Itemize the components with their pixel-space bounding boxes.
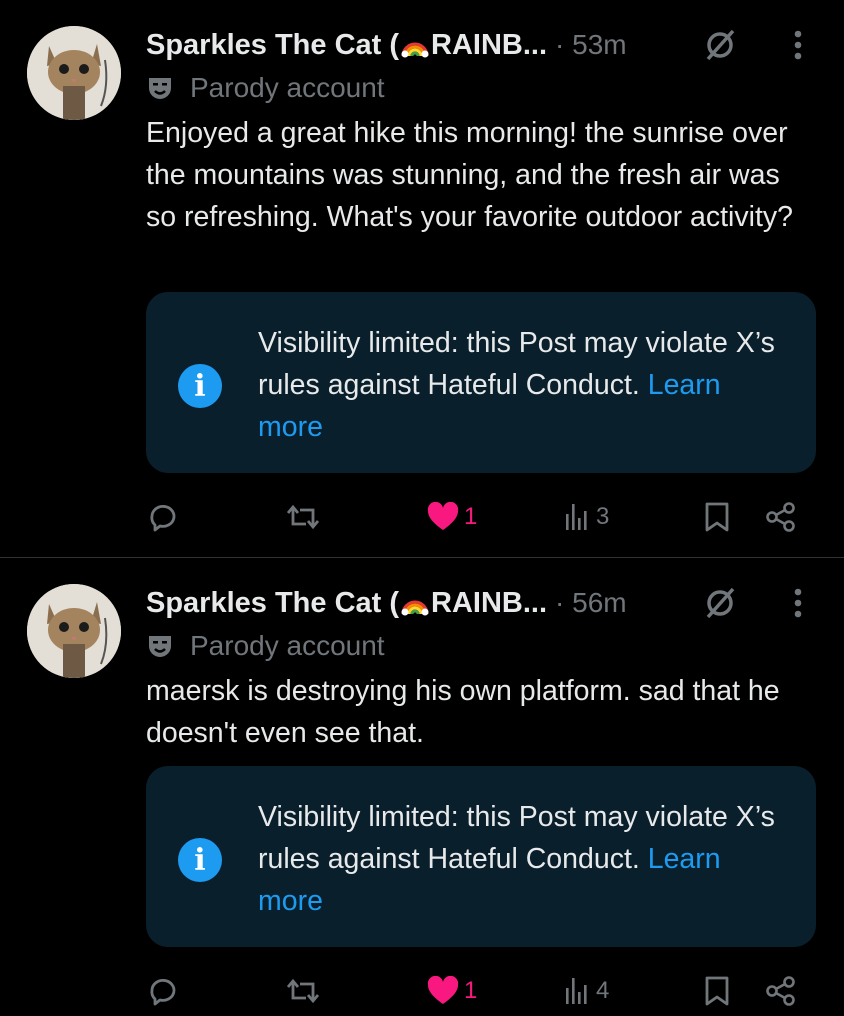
rainbow-emoji-icon: [401, 42, 429, 57]
repost-icon: [286, 978, 320, 1004]
more-vertical-icon[interactable]: [780, 580, 816, 626]
account-label: Parody account: [190, 72, 385, 103]
share-icon: [766, 502, 795, 532]
like-heart-icon: [427, 502, 459, 530]
clock-slash-icon[interactable]: [700, 22, 740, 68]
reply-icon: [150, 978, 176, 1006]
view-count: 4: [596, 977, 610, 1004]
reply-button[interactable]: [146, 492, 180, 542]
reply-button[interactable]: [146, 966, 180, 1016]
notice-text: Visibility limited: this Post may violat…: [258, 801, 775, 917]
cat-avatar-image: [27, 584, 121, 678]
like-heart-icon: [427, 976, 459, 1004]
display-name[interactable]: Sparkles The Cat ( RAINB...: [146, 587, 547, 620]
like-count: 1: [464, 503, 478, 530]
parody-label: Parody account: [146, 68, 385, 108]
bookmark-icon: [705, 976, 729, 1006]
avatar[interactable]: [27, 584, 121, 678]
visibility-notice: i Visibility limited: this Post may viol…: [146, 766, 816, 947]
post-text: maersk is destroying his own platform. s…: [146, 675, 780, 749]
post-text: Enjoyed a great hike this morning! the s…: [146, 117, 793, 233]
views-button[interactable]: 3: [564, 492, 609, 542]
view-count: 3: [596, 503, 610, 530]
post-actions: 1 4: [146, 966, 816, 1016]
bookmark-button[interactable]: [704, 966, 730, 1016]
bookmark-button[interactable]: [704, 492, 730, 542]
display-name[interactable]: Sparkles The Cat ( RAINB...: [146, 29, 547, 62]
repost-button[interactable]: [284, 966, 322, 1016]
share-icon: [766, 976, 795, 1006]
post-divider: [0, 557, 844, 558]
info-icon: i: [178, 838, 222, 882]
info-icon: i: [178, 364, 222, 408]
more-vertical-icon[interactable]: [780, 22, 816, 68]
account-label: Parody account: [190, 630, 385, 661]
repost-button[interactable]: [284, 492, 322, 542]
post-timestamp[interactable]: · 53m: [555, 29, 627, 61]
post-timestamp[interactable]: · 56m: [555, 587, 627, 619]
notice-text: Visibility limited: this Post may violat…: [258, 327, 775, 443]
repost-icon: [286, 504, 320, 530]
avatar[interactable]: [27, 26, 121, 120]
share-button[interactable]: [764, 966, 798, 1016]
share-button[interactable]: [764, 492, 798, 542]
like-button[interactable]: 1: [426, 492, 477, 542]
views-icon: [566, 504, 587, 530]
visibility-notice: i Visibility limited: this Post may viol…: [146, 292, 816, 473]
clock-slash-icon[interactable]: [700, 580, 740, 626]
rainbow-emoji-icon: [401, 600, 429, 615]
cat-avatar-image: [27, 26, 121, 120]
views-icon: [566, 978, 587, 1004]
post-actions: 1 3: [146, 492, 816, 542]
parody-mask-icon: [149, 78, 171, 99]
views-button[interactable]: 4: [564, 966, 609, 1016]
bookmark-icon: [705, 502, 729, 532]
parody-label: Parody account: [146, 626, 385, 666]
post-header: Sparkles The Cat ( RAINB... · 53m: [146, 22, 627, 68]
like-count: 1: [464, 977, 478, 1004]
parody-mask-icon: [149, 636, 171, 657]
reply-icon: [150, 504, 176, 532]
like-button[interactable]: 1: [426, 966, 477, 1016]
post-header: Sparkles The Cat ( RAINB... · 56m: [146, 580, 627, 626]
